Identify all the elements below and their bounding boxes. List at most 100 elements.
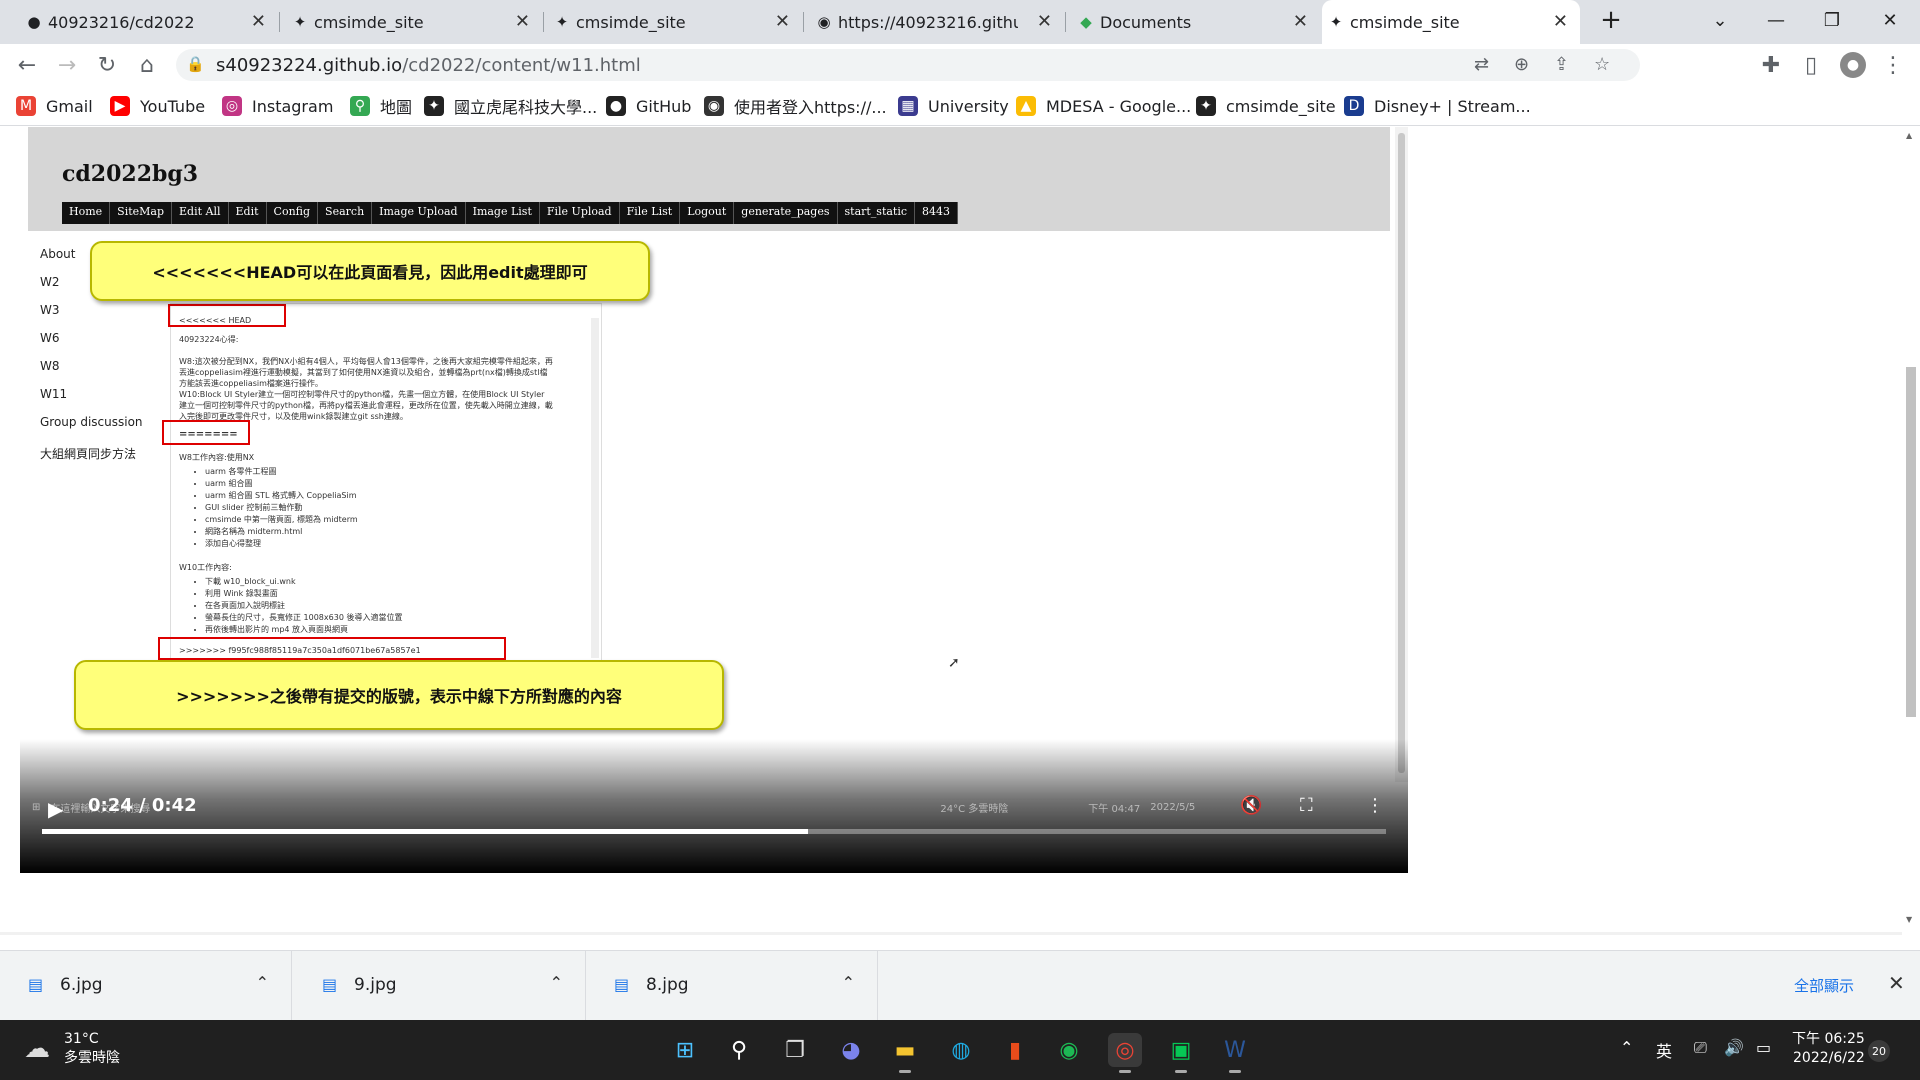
bookmark-gmail[interactable]: M Gmail [16, 94, 93, 118]
line-icon[interactable]: ▣ [1164, 1033, 1198, 1073]
share-icon[interactable]: ⇪ [1554, 54, 1569, 75]
scroll-right-icon[interactable]: ▶ [1884, 934, 1892, 935]
back-icon[interactable]: ← [14, 52, 40, 78]
page-vertical-scrollbar[interactable]: ▲ ▼ [1902, 127, 1920, 935]
teams-chat-icon[interactable]: ◕ [834, 1033, 868, 1067]
extensions-icon[interactable]: ✚ [1758, 52, 1784, 78]
tab-documents[interactable]: ◆ Documents ✕ [1072, 0, 1320, 44]
menu-kebab-icon[interactable]: ⋮ [1880, 52, 1906, 78]
chevron-up-icon[interactable]: ⌃ [256, 973, 269, 992]
close-tab-icon[interactable]: ✕ [1553, 11, 1568, 32]
bookmark-university[interactable]: ▦ University [898, 94, 1009, 118]
close-tab-icon[interactable]: ✕ [515, 11, 530, 32]
page-horizontal-scrollbar[interactable]: ◀ ▶ [0, 932, 1902, 935]
clock-time: 下午 06:25 [1792, 1031, 1865, 1047]
address-bar[interactable]: 🔒 s40923224.github.io/cd2022/content/w11… [176, 49, 1640, 81]
download-item[interactable]: ▤ 6.jpg ⌃ [0, 951, 292, 1021]
scroll-thumb[interactable] [1906, 367, 1916, 717]
weather-widget[interactable]: ☁ 31°C 多雲時陰 [24, 1030, 120, 1068]
scroll-down-icon[interactable]: ▼ [1906, 915, 1912, 924]
play-icon[interactable]: ▶ [48, 797, 63, 821]
side-menu-item: W6 [40, 331, 60, 345]
notification-badge[interactable]: 20 [1868, 1040, 1890, 1062]
tab-cmsimde-active[interactable]: ✦ cmsimde_site ✕ [1322, 0, 1580, 44]
home-icon[interactable]: ⌂ [134, 52, 160, 78]
close-tab-icon[interactable]: ✕ [1293, 11, 1308, 32]
tab-cmsimde-1[interactable]: ✦ cmsimde_site ✕ [286, 0, 542, 44]
new-tab-button[interactable]: + [1584, 0, 1638, 40]
url-text[interactable]: s40923224.github.io/cd2022/content/w11.h… [216, 55, 641, 76]
video-progress-fill [42, 829, 809, 834]
office-icon[interactable]: ▮ [998, 1033, 1032, 1067]
close-tab-icon[interactable]: ✕ [251, 11, 266, 32]
forward-icon[interactable]: → [54, 52, 80, 78]
bookmark-cmsimde[interactable]: ✦ cmsimde_site [1196, 94, 1336, 118]
mute-icon[interactable]: 🔇 [1240, 795, 1262, 816]
volume-icon[interactable]: 🔊 [1724, 1038, 1744, 1057]
tab-github-io[interactable]: ◉ https://40923216.github.i ✕ [810, 0, 1064, 44]
bookmark-label: 使用者登入https://... [734, 98, 887, 117]
video-player[interactable]: cd2022bg3 Home SiteMap Edit All Edit Config S… [20, 127, 1408, 873]
search-icon[interactable]: ⚲ [722, 1033, 756, 1067]
file-explorer-icon[interactable]: ▬ [888, 1033, 922, 1073]
list-item: 再依後轉出影片的 mp4 放入頁面與網頁 [205, 624, 402, 635]
more-options-icon[interactable]: ⋮ [1366, 795, 1384, 816]
scroll-left-icon[interactable]: ◀ [6, 934, 14, 935]
ime-indicator[interactable]: 英 [1656, 1038, 1672, 1062]
tab-search-icon[interactable]: ⌄ [1692, 0, 1748, 40]
bookmark-globe[interactable]: ◉ 使用者登入https://... [704, 94, 887, 118]
task-view-icon[interactable]: ❐ [778, 1033, 812, 1067]
cloud-sun-icon: ☁ [24, 1034, 50, 1064]
bookmark-maps[interactable]: ⚲ 地圖 [350, 94, 412, 118]
battery-icon[interactable]: ▭ [1756, 1038, 1771, 1057]
bookmark-cmsimde[interactable]: ✦ 國立虎尾科技大學... [424, 94, 597, 118]
video-time: 0:24 / 0:42 [88, 795, 197, 816]
start-icon[interactable]: ⊞ [668, 1033, 702, 1067]
restore-icon[interactable]: ❐ [1804, 0, 1860, 40]
side-menu-item: About [40, 247, 76, 261]
word-icon[interactable]: W [1218, 1033, 1252, 1073]
scroll-up-icon[interactable]: ▲ [1906, 131, 1912, 140]
editor-scrollbar[interactable] [591, 318, 599, 658]
close-tab-icon[interactable]: ✕ [1037, 11, 1052, 32]
chrome-icon[interactable]: ◎ [1108, 1033, 1142, 1073]
close-window-icon[interactable]: ✕ [1862, 0, 1918, 40]
profile-avatar[interactable]: ● [1840, 52, 1866, 78]
download-item[interactable]: ▤ 8.jpg ⌃ [586, 951, 878, 1021]
tab-strip: ● 40923216/cd2022 ✕ ✦ cmsimde_site ✕ ✦ c… [0, 0, 1920, 44]
bookmark-label: cmsimde_site [1226, 96, 1336, 116]
spotify-icon[interactable]: ◉ [1052, 1033, 1086, 1067]
chevron-up-icon[interactable]: ⌃ [1620, 1038, 1633, 1057]
bookmark-drive[interactable]: ▲ MDESA - Google... [1016, 94, 1191, 118]
close-downloads-icon[interactable]: ✕ [1888, 971, 1905, 995]
side-menu-item: 大組網頁同步方法 [40, 447, 137, 461]
zoom-icon[interactable]: ⊕ [1514, 54, 1529, 75]
bookmark-star-icon[interactable]: ☆ [1594, 54, 1610, 75]
network-icon[interactable]: ⎚ [1694, 1038, 1707, 1058]
tab-github[interactable]: ● 40923216/cd2022 ✕ [20, 0, 278, 44]
download-item[interactable]: ▤ 9.jpg ⌃ [294, 951, 586, 1021]
tab-cmsimde-2[interactable]: ✦ cmsimde_site ✕ [548, 0, 802, 44]
chevron-up-icon[interactable]: ⌃ [550, 973, 563, 992]
translate-icon[interactable]: ⇄ [1474, 54, 1489, 75]
side-panel-icon[interactable]: ▯ [1798, 52, 1824, 78]
list-item: 添加自心得整理 [205, 538, 358, 549]
close-tab-icon[interactable]: ✕ [775, 11, 790, 32]
side-menu-item: W11 [40, 387, 68, 401]
system-clock[interactable]: 下午 06:25 2022/6/22 [1792, 1030, 1865, 1068]
video-progress-bar[interactable] [42, 829, 1386, 834]
show-all-link[interactable]: 全部顯示 [1794, 975, 1854, 996]
reload-icon[interactable]: ↻ [94, 52, 120, 78]
edge-icon[interactable]: ◍ [944, 1033, 978, 1067]
bookmark-label: GitHub [636, 96, 692, 116]
bookmark-youtube[interactable]: ▶ YouTube [110, 94, 205, 118]
bookmark-instagram[interactable]: ◎ Instagram [222, 94, 333, 118]
chevron-up-icon[interactable]: ⌃ [842, 973, 855, 992]
fullscreen-icon[interactable]: ⛶ [1300, 795, 1313, 816]
weather-temp: 31°C [64, 1031, 99, 1047]
bookmark-disney[interactable]: D Disney+ | Stream... [1344, 94, 1531, 118]
bookmark-github[interactable]: ● GitHub [606, 94, 691, 118]
lock-icon[interactable]: 🔒 [186, 55, 205, 73]
highlight-head [168, 304, 286, 327]
minimize-icon[interactable]: — [1748, 0, 1804, 40]
